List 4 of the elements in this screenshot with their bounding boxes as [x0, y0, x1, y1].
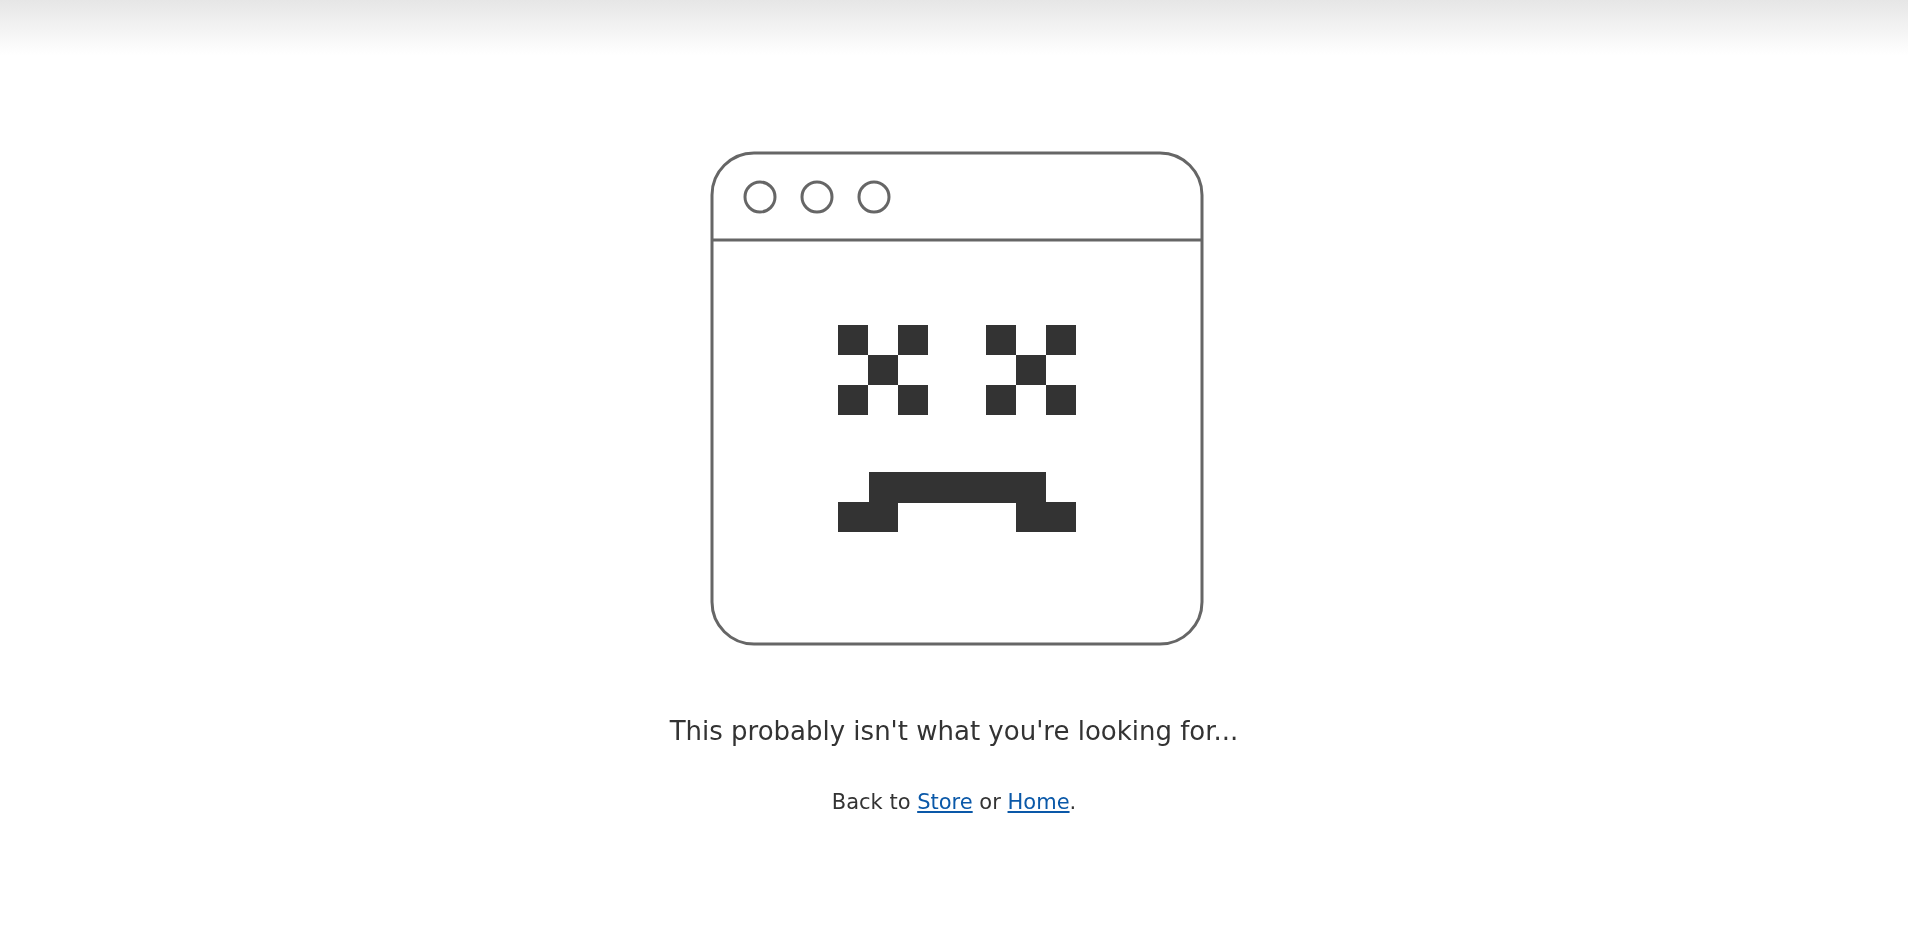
back-links-text: Back to Store or Home.: [831, 790, 1077, 814]
link[interactable]: Home: [1007, 790, 1070, 814]
link[interactable]: Store: [917, 790, 973, 814]
not-found-heading: This probably isn't what you're looking for...: [669, 716, 1239, 746]
